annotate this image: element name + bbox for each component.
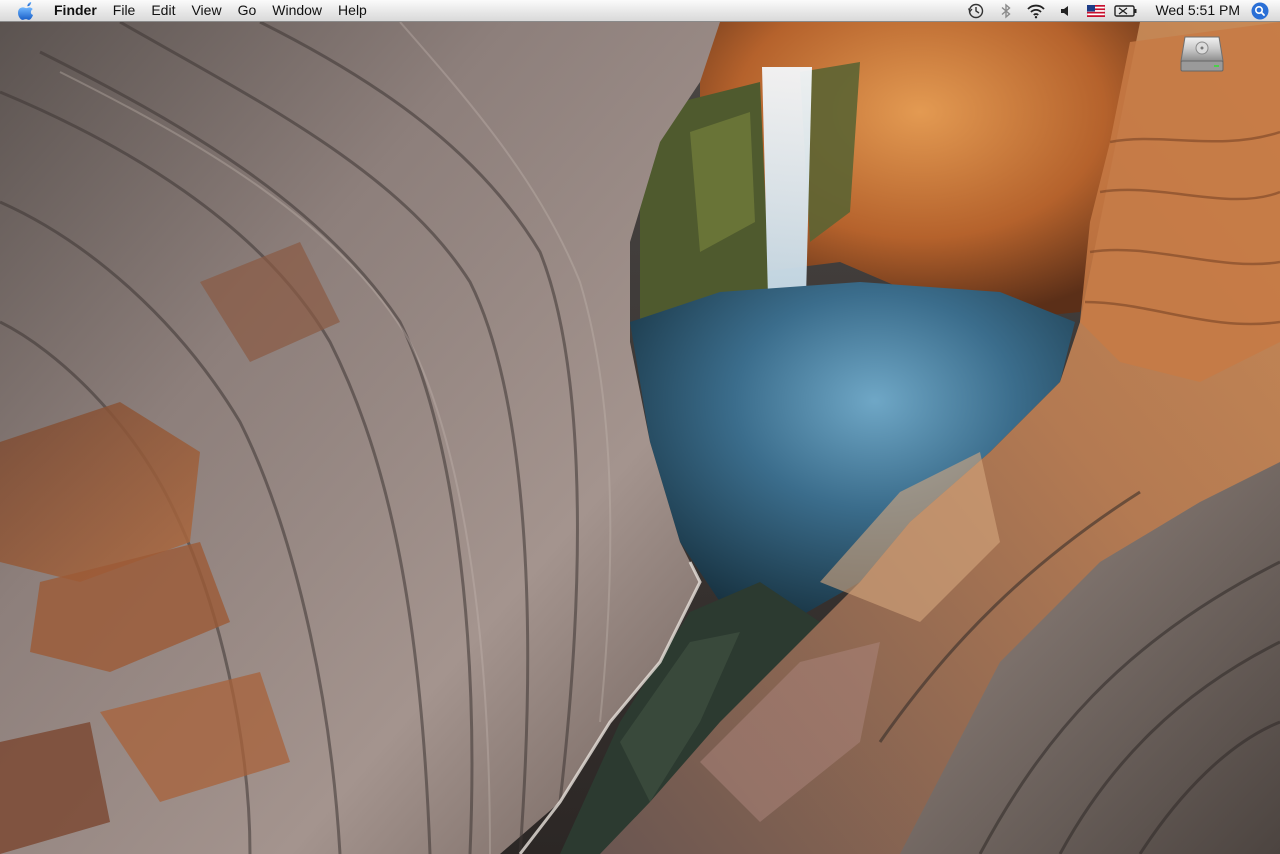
menu-help[interactable]: Help xyxy=(330,0,375,21)
desktop-wallpaper xyxy=(0,22,1280,854)
menu-file[interactable]: File xyxy=(105,0,144,21)
wifi-icon[interactable] xyxy=(1024,0,1048,21)
hard-drive-icon[interactable] xyxy=(1176,28,1228,80)
app-menu-finder[interactable]: Finder xyxy=(50,0,105,21)
battery-icon[interactable] xyxy=(1114,0,1138,21)
menu-bar-left: Finder File Edit View Go Window Help xyxy=(0,0,375,21)
time-machine-icon[interactable] xyxy=(964,0,988,21)
menu-go[interactable]: Go xyxy=(230,0,265,21)
volume-icon[interactable] xyxy=(1054,0,1078,21)
us-flag-input-icon[interactable] xyxy=(1084,0,1108,21)
menu-view[interactable]: View xyxy=(183,0,229,21)
menu-bar: Finder File Edit View Go Window Help Wed… xyxy=(0,0,1280,22)
bluetooth-icon[interactable] xyxy=(994,0,1018,21)
apple-menu-icon[interactable] xyxy=(16,0,38,21)
menu-window[interactable]: Window xyxy=(264,0,330,21)
menu-edit[interactable]: Edit xyxy=(143,0,183,21)
spotlight-search-icon[interactable] xyxy=(1250,1,1270,21)
menu-bar-right: Wed 5:51 PM xyxy=(961,0,1280,21)
menu-bar-clock[interactable]: Wed 5:51 PM xyxy=(1141,0,1250,21)
canyon-waterfall-image xyxy=(0,22,1280,854)
